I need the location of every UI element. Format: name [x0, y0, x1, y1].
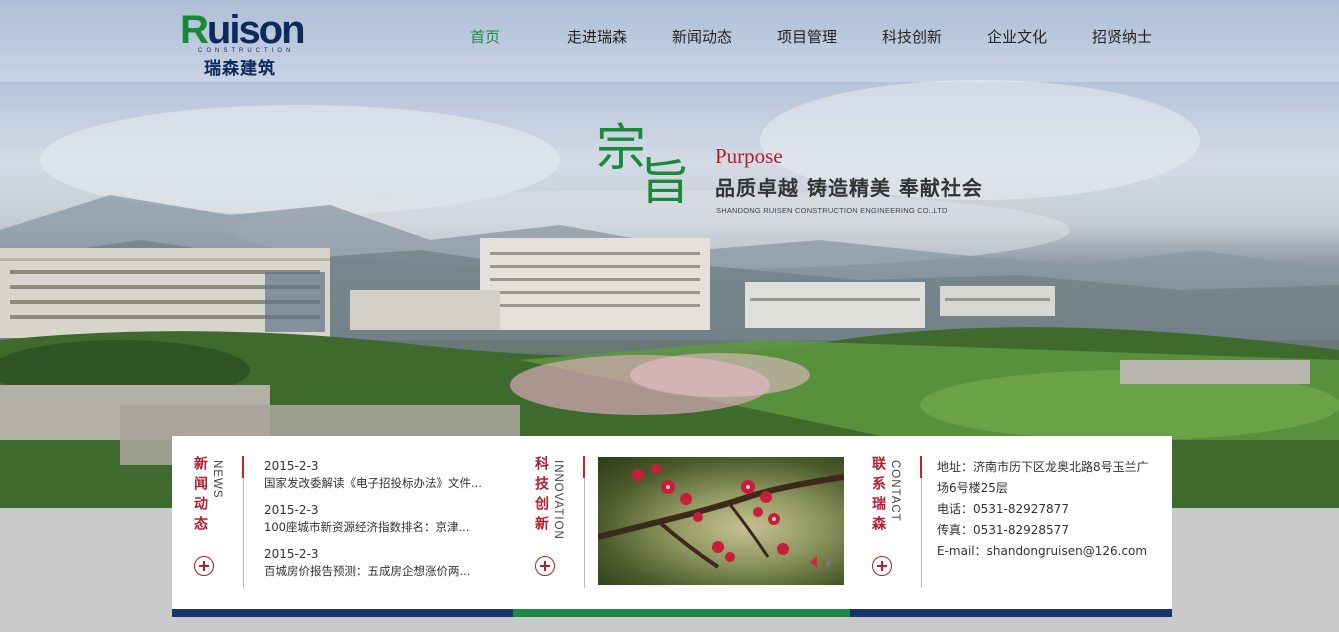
news-section-en: NEWS — [211, 460, 223, 499]
logo-chinese-name: 瑞森建筑 — [204, 59, 276, 79]
nav-item-careers[interactable]: 招贤纳士 — [1077, 24, 1167, 50]
innovation-photo-carousel[interactable] — [598, 457, 844, 585]
logo-wordmark: Ruison — [180, 8, 306, 52]
news-divider-accent — [242, 456, 244, 478]
panel-bar-innovation — [513, 609, 850, 617]
panel-bar-contact — [850, 609, 1172, 617]
site-header: Ruison CONSTRUCTION 瑞森建筑 首页 走进瑞森 新闻动态 项目… — [0, 0, 1339, 82]
contact-section-en: CONTACT — [889, 460, 901, 522]
news-date: 2015-2-3 — [264, 503, 319, 517]
news-more-icon[interactable] — [194, 556, 214, 576]
contact-email[interactable]: E-mail：shandongruisen@126.com — [937, 541, 1157, 562]
news-link[interactable]: 国家发改委解读《电子招投标办法》文件... — [264, 475, 504, 492]
nav-item-home[interactable]: 首页 — [440, 24, 530, 50]
contact-phone: 电话：0531-82927877 — [937, 502, 1069, 516]
nav-item-about[interactable]: 走进瑞森 — [552, 24, 642, 50]
nav-item-news[interactable]: 新闻动态 — [657, 24, 747, 50]
nav-item-innovation[interactable]: 科技创新 — [867, 24, 957, 50]
hero-purpose-en: Purpose — [715, 144, 783, 168]
innovation-section-title[interactable]: 科技创新 — [531, 456, 551, 536]
nav-item-projects[interactable]: 项目管理 — [762, 24, 852, 50]
news-link[interactable]: 100座城市新资源经济指数排名：京津... — [264, 519, 504, 536]
panel-bar-news — [172, 609, 513, 617]
hero-slogan: 品质卓越 铸造精美 奉献社会 — [715, 176, 983, 200]
carousel-next-icon[interactable] — [826, 556, 833, 568]
hero-char-2: 旨 — [640, 153, 692, 211]
brand-logo[interactable]: Ruison CONSTRUCTION 瑞森建筑 — [180, 8, 310, 79]
innovation-more-icon[interactable] — [535, 556, 555, 576]
contact-divider-accent — [920, 456, 922, 478]
news-section-title[interactable]: 新闻动态 — [190, 456, 210, 536]
carousel-prev-icon[interactable] — [810, 556, 817, 568]
nav-item-culture[interactable]: 企业文化 — [972, 24, 1062, 50]
contact-section-title[interactable]: 联系瑞森 — [868, 456, 888, 536]
news-list-item[interactable]: 2015-2-3 100座城市新资源经济指数排名：京津... — [264, 502, 504, 536]
news-link[interactable]: 百城房价报告预测：五成房企想涨价两... — [264, 563, 504, 580]
plum-blossom-image — [598, 464, 844, 569]
innovation-divider-accent — [583, 456, 585, 478]
contact-fax: 传真：0531-82928577 — [937, 523, 1069, 537]
news-date: 2015-2-3 — [264, 547, 319, 561]
contact-more-icon[interactable] — [872, 556, 892, 576]
hero-company-name: SHANDONG RUISEN CONSTRUCTION ENGINEERING… — [716, 206, 948, 215]
innovation-section-en: INNOVATION — [552, 460, 564, 540]
contact-address: 地址：济南市历下区龙奥北路8号玉兰广场6号楼25层 — [937, 460, 1149, 495]
news-list-item[interactable]: 2015-2-3 百城房价报告预测：五成房企想涨价两... — [264, 546, 504, 580]
hero-purpose-chars: 宗旨 — [596, 118, 700, 211]
news-list-item[interactable]: 2015-2-3 国家发改委解读《电子招投标办法》文件... — [264, 458, 504, 492]
news-date: 2015-2-3 — [264, 459, 319, 473]
